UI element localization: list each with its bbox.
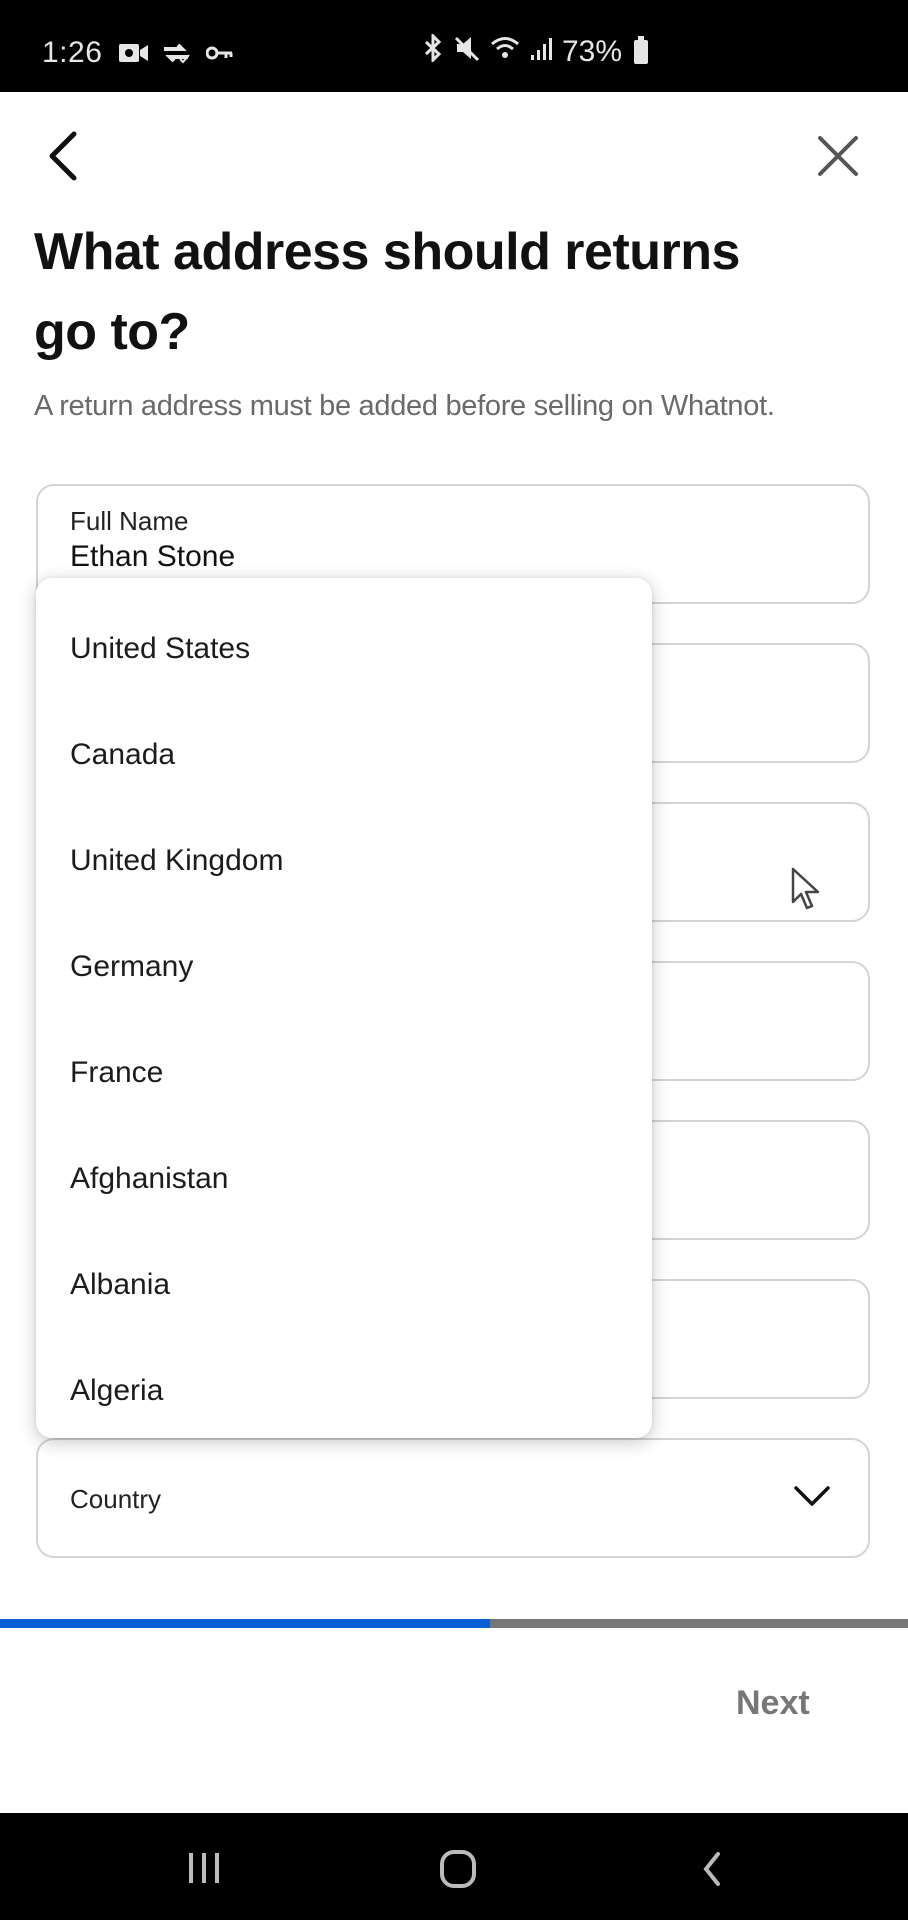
status-right: 73% <box>422 32 649 70</box>
close-icon <box>818 136 858 176</box>
back-button[interactable] <box>40 128 90 184</box>
system-nav-bar <box>0 1813 908 1920</box>
country-option[interactable]: France <box>36 1020 652 1126</box>
progress-bar <box>0 1619 908 1628</box>
home-icon[interactable] <box>438 1849 478 1894</box>
bluetooth-icon <box>422 32 444 70</box>
signal-icon <box>530 35 552 69</box>
country-option[interactable]: United States <box>36 596 652 702</box>
page-title: What address should returns go to? <box>34 223 740 361</box>
mouse-pointer-icon <box>791 867 820 910</box>
full-name-value: Ethan Stone <box>70 540 236 573</box>
status-bar: 1:26 73% <box>0 0 908 92</box>
battery-percent: 73% <box>562 35 623 68</box>
chevron-down-icon <box>794 1486 830 1506</box>
sync-data-icon <box>160 40 192 66</box>
country-option[interactable]: United Kingdom <box>36 808 652 914</box>
next-button[interactable]: Next <box>736 1684 810 1723</box>
country-dropdown: United States Canada United Kingdom Germ… <box>36 578 652 1438</box>
back-icon[interactable] <box>700 1851 724 1892</box>
country-option[interactable]: Afghanistan <box>36 1126 652 1232</box>
wifi-icon <box>490 35 520 69</box>
full-name-label: Full Name <box>70 506 189 536</box>
page-subtitle: A return address must be added before se… <box>34 390 775 422</box>
country-select[interactable]: Country <box>36 1438 870 1558</box>
country-option[interactable]: Germany <box>36 914 652 1020</box>
video-call-icon <box>118 40 150 66</box>
battery-icon <box>634 36 649 64</box>
recent-apps-icon[interactable] <box>186 1851 222 1890</box>
progress-fill <box>0 1619 491 1628</box>
country-option[interactable]: Canada <box>36 702 652 808</box>
close-button[interactable] <box>812 130 864 182</box>
country-option[interactable]: Algeria <box>36 1338 652 1444</box>
mute-icon <box>454 34 480 70</box>
status-time: 1:26 <box>42 36 103 69</box>
country-label: Country <box>70 1484 162 1514</box>
vpn-key-icon <box>206 40 234 66</box>
country-option[interactable]: Albania <box>36 1232 652 1338</box>
chevron-left-icon <box>49 131 77 181</box>
